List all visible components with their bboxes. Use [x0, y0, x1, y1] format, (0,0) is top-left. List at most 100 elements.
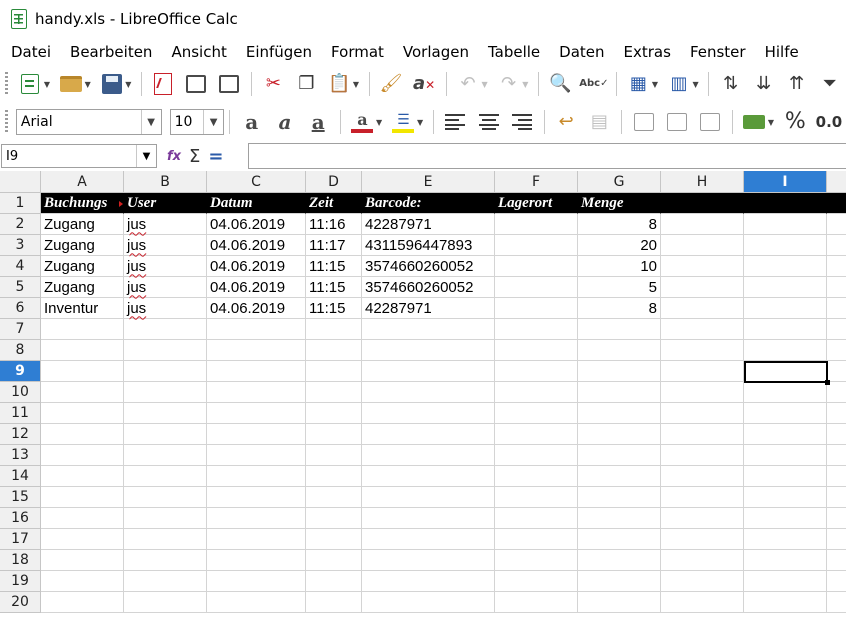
menu-daten[interactable]: Daten	[548, 43, 604, 61]
cell-i6[interactable]	[744, 298, 827, 319]
undo-dropdown-arrow[interactable]: ▼	[482, 80, 490, 89]
cell-h5[interactable]	[661, 277, 744, 298]
find-replace-button[interactable]: 🔍	[548, 71, 573, 97]
row-header-8[interactable]: 8	[0, 340, 41, 361]
cell-d7[interactable]	[306, 319, 362, 340]
spelling-button[interactable]: Abc✓	[579, 71, 608, 97]
name-box[interactable]: I9 ▼	[1, 144, 157, 168]
row-header-7[interactable]: 7	[0, 319, 41, 340]
cell-e19[interactable]	[362, 571, 495, 592]
menu-format[interactable]: Format	[320, 43, 384, 61]
merge-cells-button[interactable]: ▤	[587, 109, 612, 135]
cell-c20[interactable]	[207, 592, 306, 613]
highlight-dropdown-arrow[interactable]: ▼	[417, 118, 425, 127]
cell-h10[interactable]	[661, 382, 744, 403]
open-dropdown-arrow[interactable]: ▼	[85, 80, 93, 89]
paste-button[interactable]: 📋	[327, 71, 352, 97]
cell-b11[interactable]	[124, 403, 207, 424]
cell-c16[interactable]	[207, 508, 306, 529]
row-header-3[interactable]: 3	[0, 235, 41, 256]
cell-b6[interactable]: jus	[124, 298, 207, 319]
toolbar-grip[interactable]	[5, 72, 8, 96]
save-dropdown-arrow[interactable]: ▼	[125, 80, 133, 89]
cell-a13[interactable]	[41, 445, 124, 466]
cell-f14[interactable]	[495, 466, 578, 487]
cell-c3[interactable]: 04.06.2019	[207, 235, 306, 256]
align-bottom-button[interactable]	[697, 109, 722, 135]
cell-c9[interactable]	[207, 361, 306, 382]
cell-c5[interactable]: 04.06.2019	[207, 277, 306, 298]
cell-d18[interactable]	[306, 550, 362, 571]
print-preview-button[interactable]	[217, 71, 242, 97]
row-header-5[interactable]: 5	[0, 277, 41, 298]
select-all-corner[interactable]	[0, 171, 41, 193]
cell-e15[interactable]	[362, 487, 495, 508]
cell-j5[interactable]	[827, 277, 846, 298]
column-header-c[interactable]: C	[207, 171, 306, 193]
menu-fenster[interactable]: Fenster	[679, 43, 746, 61]
cell-a1[interactable]: Buchungs	[41, 193, 124, 214]
align-center-button[interactable]	[476, 109, 501, 135]
align-top-button[interactable]	[631, 109, 656, 135]
font-name-value[interactable]: Arial	[17, 114, 141, 130]
cell-h6[interactable]	[661, 298, 744, 319]
cell-i19[interactable]	[744, 571, 827, 592]
cell-h13[interactable]	[661, 445, 744, 466]
cell-a20[interactable]	[41, 592, 124, 613]
formula-icon[interactable]: =	[208, 146, 223, 167]
wrap-text-button[interactable]: ↩	[553, 109, 578, 135]
cell-h19[interactable]	[661, 571, 744, 592]
menu-extras[interactable]: Extras	[613, 43, 671, 61]
row-header-13[interactable]: 13	[0, 445, 41, 466]
number-format-button[interactable]: 0.0	[816, 109, 843, 135]
cell-i7[interactable]	[744, 319, 827, 340]
cell-h11[interactable]	[661, 403, 744, 424]
row-header-17[interactable]: 17	[0, 529, 41, 550]
column-header-b[interactable]: B	[124, 171, 207, 193]
cell-b19[interactable]	[124, 571, 207, 592]
font-size-combobox[interactable]: 10 ▼	[169, 109, 225, 135]
cell-a17[interactable]	[41, 529, 124, 550]
cell-g2[interactable]: 8	[578, 214, 661, 235]
cell-c12[interactable]	[207, 424, 306, 445]
cell-b14[interactable]	[124, 466, 207, 487]
cell-c11[interactable]	[207, 403, 306, 424]
cell-f10[interactable]	[495, 382, 578, 403]
cell-f1[interactable]: Lagerort	[495, 193, 578, 214]
new-document-button[interactable]	[18, 71, 43, 97]
cell-e20[interactable]	[362, 592, 495, 613]
undo-button[interactable]: ↶	[456, 71, 481, 97]
cell-d11[interactable]	[306, 403, 362, 424]
redo-dropdown-arrow[interactable]: ▼	[522, 80, 530, 89]
cell-g14[interactable]	[578, 466, 661, 487]
cell-j7[interactable]	[827, 319, 846, 340]
column-header-partial[interactable]	[827, 171, 846, 193]
cell-b10[interactable]	[124, 382, 207, 403]
cell-d13[interactable]	[306, 445, 362, 466]
cell-h7[interactable]	[661, 319, 744, 340]
cell-a12[interactable]	[41, 424, 124, 445]
sort-ascending-button[interactable]: ⇈	[784, 71, 809, 97]
column-header-h[interactable]: H	[661, 171, 744, 193]
cell-b12[interactable]	[124, 424, 207, 445]
formula-input[interactable]	[248, 143, 846, 169]
menu-vorlagen[interactable]: Vorlagen	[392, 43, 469, 61]
paste-dropdown-arrow[interactable]: ▼	[353, 80, 361, 89]
cell-e3[interactable]: 4311596447893	[362, 235, 495, 256]
cell-h3[interactable]	[661, 235, 744, 256]
align-middle-button[interactable]	[664, 109, 689, 135]
cell-d2[interactable]: 11:16	[306, 214, 362, 235]
cell-c7[interactable]	[207, 319, 306, 340]
cell-d17[interactable]	[306, 529, 362, 550]
cell-b1[interactable]: User	[124, 193, 207, 214]
cell-i13[interactable]	[744, 445, 827, 466]
cell-e7[interactable]	[362, 319, 495, 340]
cell-j15[interactable]	[827, 487, 846, 508]
column-header-i[interactable]: I	[744, 171, 827, 193]
cell-j11[interactable]	[827, 403, 846, 424]
cell-e12[interactable]	[362, 424, 495, 445]
cell-a19[interactable]	[41, 571, 124, 592]
chevron-down-icon[interactable]: ▼	[136, 145, 156, 167]
cell-a4[interactable]: Zugang	[41, 256, 124, 277]
menu-bearbeiten[interactable]: Bearbeiten	[59, 43, 152, 61]
